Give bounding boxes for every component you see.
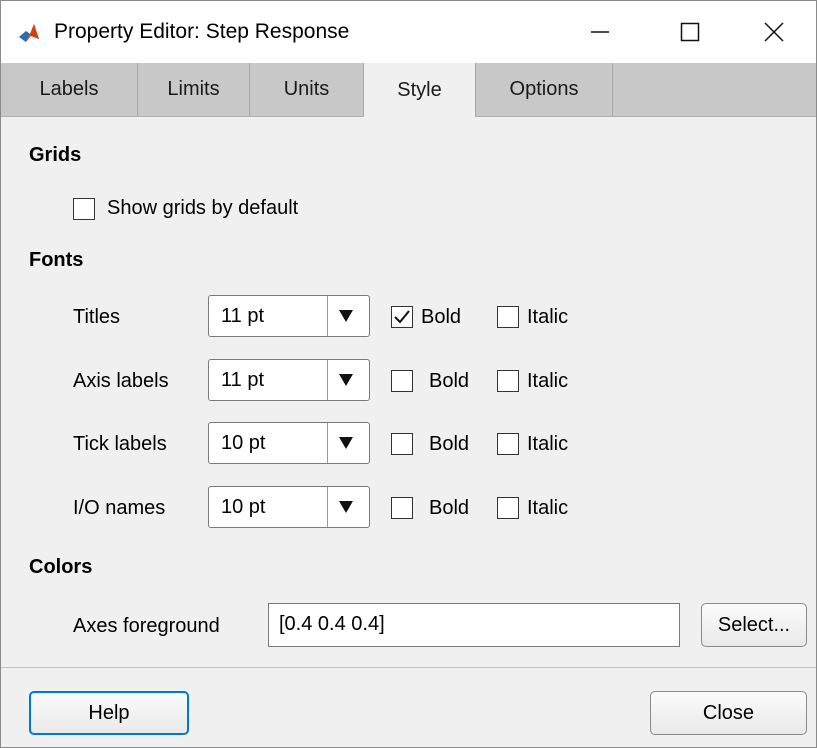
close-button[interactable]: Close [650,691,807,735]
matlab-logo-icon [17,21,41,45]
titles-bold-label: Bold [421,306,462,328]
dropdown-arrow-icon [339,374,353,386]
dropdown-arrow-icon [339,437,353,449]
show-grids-label: Show grids by default [107,197,299,219]
select-color-button[interactable]: Select... [701,603,807,647]
axis-labels-bold-label: Bold [429,370,470,392]
tick-labels-bold-label: Bold [429,433,470,455]
tab-labels[interactable]: Labels [1,63,138,116]
tick-labels-italic-label: Italic [527,433,569,455]
help-button[interactable]: Help [29,691,189,735]
minimize-icon [591,31,609,33]
io-names-font-size-select[interactable]: 10 pt [208,486,370,528]
titles-bold-checkbox[interactable] [391,306,413,328]
tick-labels-font-size-value: 10 pt [221,432,266,454]
property-editor-window: Property Editor: Step Response Labels Li… [0,0,817,748]
tab-limits[interactable]: Limits [138,63,250,116]
io-names-bold-label: Bold [429,497,470,519]
grids-heading: Grids [29,144,82,166]
select-divider [327,360,328,400]
axis-labels-italic-label: Italic [527,370,569,392]
axes-foreground-label: Axes foreground [73,615,220,637]
maximize-icon [680,22,700,42]
axes-foreground-field[interactable] [268,603,680,647]
minimize-button[interactable] [555,1,645,63]
axis-labels-font-size-value: 11 pt [221,369,264,391]
tab-strip: Labels Limits Units Style Options [1,63,816,117]
axis-labels-font-size-select[interactable]: 11 pt [208,359,370,401]
titles-font-size-select[interactable]: 11 pt [208,295,370,337]
footer-divider [1,667,816,668]
io-names-font-size-value: 10 pt [221,496,266,518]
titles-italic-label: Italic [527,306,569,328]
colors-heading: Colors [29,556,93,578]
tab-units[interactable]: Units [250,63,364,116]
dropdown-arrow-icon [339,310,353,322]
window-title: Property Editor: Step Response [54,20,350,43]
show-grids-checkbox[interactable] [73,198,95,220]
axis-labels-italic-checkbox[interactable] [497,370,519,392]
io-names-italic-label: Italic [527,497,569,519]
select-divider [327,423,328,463]
titles-font-size-value: 11 pt [221,305,264,327]
axes-foreground-input[interactable] [269,604,669,644]
maximize-button[interactable] [645,1,735,63]
select-divider [327,296,328,336]
axis-labels-bold-checkbox[interactable] [391,370,413,392]
tick-labels-font-size-select[interactable]: 10 pt [208,422,370,464]
tick-labels-italic-checkbox[interactable] [497,433,519,455]
tab-options[interactable]: Options [476,63,613,116]
close-icon [764,22,784,42]
fonts-heading: Fonts [29,249,84,271]
io-names-bold-checkbox[interactable] [391,497,413,519]
close-window-button[interactable] [729,1,817,63]
checkmark-icon [394,310,410,324]
tick-labels-bold-checkbox[interactable] [391,433,413,455]
tab-style[interactable]: Style [364,63,476,117]
titles-italic-checkbox[interactable] [497,306,519,328]
io-names-label: I/O names [73,497,166,519]
title-bar[interactable]: Property Editor: Step Response [1,1,816,63]
titles-label: Titles [73,306,121,328]
select-divider [327,487,328,527]
tick-labels-label: Tick labels [73,433,167,455]
dropdown-arrow-icon [339,501,353,513]
io-names-italic-checkbox[interactable] [497,497,519,519]
axis-labels-label: Axis labels [73,370,169,392]
